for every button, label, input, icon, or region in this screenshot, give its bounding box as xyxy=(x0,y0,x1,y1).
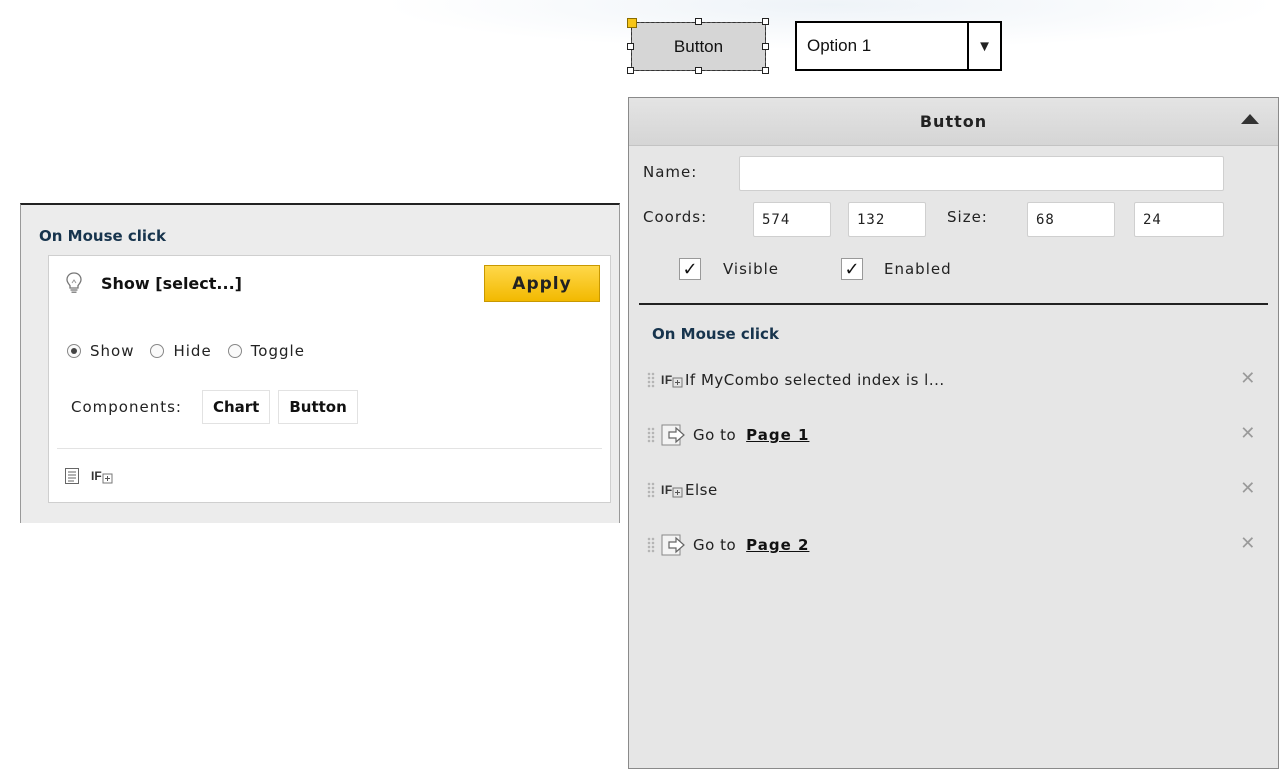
size-width-field[interactable]: 68 xyxy=(1027,202,1115,237)
size-label: Size: xyxy=(947,208,988,226)
radio-hide[interactable] xyxy=(150,344,165,358)
visibility-mode-group: Show Hide Toggle xyxy=(67,342,321,360)
action-row[interactable]: IF If MyCombo selected index is l... ✕ xyxy=(647,362,1257,398)
component-chip-button[interactable]: Button xyxy=(278,390,358,424)
coord-x-field[interactable]: 574 xyxy=(753,202,831,237)
svg-text:IF: IF xyxy=(91,469,102,483)
panel-header-title: Button xyxy=(919,112,988,131)
action-row[interactable]: Go to Page 1 ✕ xyxy=(647,417,1257,453)
action-row[interactable]: IF Else ✕ xyxy=(647,472,1257,508)
panel-header[interactable]: Button xyxy=(629,98,1278,146)
drag-handle-icon[interactable] xyxy=(647,537,655,553)
panel-title: On Mouse click xyxy=(39,227,166,245)
action-text[interactable]: Else xyxy=(685,481,718,499)
enabled-label[interactable]: Enabled xyxy=(884,260,952,278)
divider xyxy=(57,448,602,449)
action-row[interactable]: Go to Page 2 ✕ xyxy=(647,527,1257,563)
canvas-button[interactable]: Button xyxy=(631,22,766,71)
if-plus-icon: IF xyxy=(661,373,683,388)
page-link[interactable]: Page 1 xyxy=(746,426,809,444)
if-plus-icon: IF xyxy=(661,483,683,498)
radio-show-label[interactable]: Show xyxy=(90,342,134,360)
lightbulb-icon xyxy=(66,272,82,293)
action-text[interactable]: If MyCombo selected index is l... xyxy=(685,371,945,389)
components-label: Components: xyxy=(71,398,182,416)
radio-hide-label[interactable]: Hide xyxy=(173,342,211,360)
enabled-checkbox[interactable]: ✓ xyxy=(841,258,863,280)
show-action-card: Show [select...] Apply Show Hide Toggle … xyxy=(48,255,611,503)
resize-handle-top-right[interactable] xyxy=(762,18,769,25)
drag-handle-icon[interactable] xyxy=(647,482,655,498)
section-title: On Mouse click xyxy=(652,325,779,343)
resize-handle-top[interactable] xyxy=(695,18,702,25)
canvas-button-widget[interactable]: Button xyxy=(627,18,769,74)
coords-label: Coords: xyxy=(643,208,708,226)
resize-handle-left[interactable] xyxy=(627,43,634,50)
svg-text:IF: IF xyxy=(661,483,673,497)
apply-button[interactable]: Apply xyxy=(484,265,600,302)
radio-show[interactable] xyxy=(67,344,81,358)
remove-icon[interactable]: ✕ xyxy=(1239,535,1257,553)
canvas-combobox[interactable]: Option 1 ▼ xyxy=(795,21,1002,71)
divider xyxy=(639,303,1268,305)
components-row: Components: Chart Button xyxy=(71,390,366,424)
radio-toggle-label[interactable]: Toggle xyxy=(251,342,305,360)
coord-y-field[interactable]: 132 xyxy=(848,202,926,237)
drag-handle-icon[interactable] xyxy=(647,427,655,443)
action-text: Go to xyxy=(693,426,737,444)
resize-handle-bottom[interactable] xyxy=(695,67,702,74)
resize-handle-right[interactable] xyxy=(762,43,769,50)
resize-handle-bottom-left[interactable] xyxy=(627,67,634,74)
resize-handle-top-left[interactable] xyxy=(627,18,637,28)
dropdown-arrow-icon[interactable]: ▼ xyxy=(967,23,1000,69)
radio-toggle[interactable] xyxy=(227,344,242,358)
remove-icon[interactable]: ✕ xyxy=(1239,425,1257,443)
remove-icon[interactable]: ✕ xyxy=(1239,480,1257,498)
name-label: Name: xyxy=(643,163,698,181)
list-icon[interactable] xyxy=(65,468,79,484)
button-properties-panel: Button Name: Coords: 574 132 Size: 68 24… xyxy=(628,97,1279,769)
drag-handle-icon[interactable] xyxy=(647,372,655,388)
visible-checkbox[interactable]: ✓ xyxy=(679,258,701,280)
resize-handle-bottom-right[interactable] xyxy=(762,67,769,74)
goto-page-icon xyxy=(661,424,685,446)
action-title[interactable]: Show [select...] xyxy=(101,274,242,293)
size-height-field[interactable]: 24 xyxy=(1134,202,1224,237)
visible-label[interactable]: Visible xyxy=(723,260,779,278)
goto-page-icon xyxy=(661,534,685,556)
page-link[interactable]: Page 2 xyxy=(746,536,809,554)
component-chip-chart[interactable]: Chart xyxy=(201,390,271,424)
svg-text:IF: IF xyxy=(661,373,673,387)
collapse-icon[interactable] xyxy=(1241,114,1259,124)
if-plus-icon[interactable]: IF xyxy=(91,468,113,484)
action-text: Go to xyxy=(693,536,737,554)
mouse-click-editor-panel: On Mouse click Show [select...] Apply Sh… xyxy=(20,203,620,523)
combobox-value: Option 1 xyxy=(807,36,872,55)
remove-icon[interactable]: ✕ xyxy=(1239,370,1257,388)
name-field[interactable] xyxy=(739,156,1224,191)
